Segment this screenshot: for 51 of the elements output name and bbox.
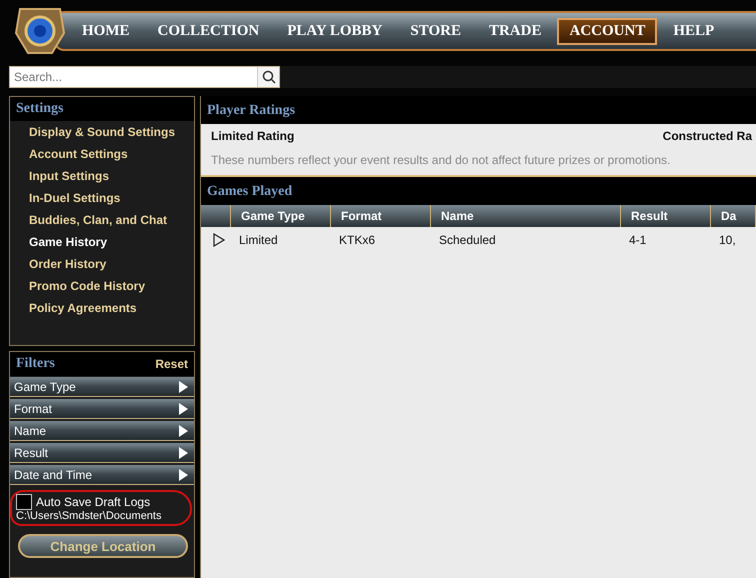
- table-header: [201, 205, 231, 227]
- folder-path: C:\Users\Smdster\Documents: [16, 510, 162, 522]
- settings-link[interactable]: Promo Code History: [10, 275, 146, 297]
- filter-row[interactable]: Game Type: [10, 377, 194, 397]
- table-cell-text: Scheduled: [438, 232, 497, 249]
- filter-row[interactable]: Name: [10, 421, 194, 441]
- settings-link[interactable]: Order History: [10, 253, 106, 275]
- column-header[interactable]: Result: [621, 205, 711, 227]
- arrow-right-icon: [178, 468, 188, 480]
- nav-tab[interactable]: COLLECTION: [146, 18, 272, 44]
- arrow-right-icon: [178, 402, 188, 414]
- settings-link[interactable]: Display & Sound Settings: [10, 121, 176, 143]
- table-cell-text: 10,: [718, 232, 737, 249]
- filter-row[interactable]: Date and Time: [10, 465, 194, 485]
- nav-tab[interactable]: PLAY LOBBY: [275, 18, 394, 44]
- arrow-right-icon: [178, 446, 188, 458]
- rating-label: Constructed Ra: [662, 129, 752, 143]
- nav-tab[interactable]: HELP: [661, 18, 726, 44]
- panel-title: Settings: [16, 101, 64, 117]
- column-header[interactable]: Name: [431, 205, 621, 227]
- change-location-button[interactable]: Change Location: [18, 534, 188, 558]
- filter-row[interactable]: Result: [10, 443, 194, 463]
- arrow-right-icon: [178, 424, 188, 436]
- checkbox-label: Auto Save Draft Logs: [36, 495, 150, 509]
- settings-link[interactable]: In-Duel Settings: [10, 187, 120, 209]
- column-header[interactable]: Format: [331, 205, 431, 227]
- section-title: Player Ratings: [207, 103, 296, 118]
- expand-icon[interactable]: [213, 233, 225, 247]
- panel-title: Filters: [16, 356, 55, 372]
- nav-tab[interactable]: STORE: [398, 18, 473, 44]
- table-cell-text: 4-1: [628, 232, 648, 249]
- settings-link[interactable]: Buddies, Clan, and Chat: [10, 209, 168, 231]
- nav-tab[interactable]: HOME: [70, 18, 142, 44]
- search-field[interactable]: Search...: [9, 66, 280, 88]
- arrow-right-icon: [178, 380, 188, 392]
- checkbox[interactable]: [16, 494, 32, 510]
- settings-link[interactable]: Input Settings: [10, 165, 109, 187]
- filter-row[interactable]: Format: [10, 399, 194, 419]
- nav-tab[interactable]: TRADE: [476, 18, 554, 44]
- column-header[interactable]: Game Type: [231, 205, 331, 227]
- settings-link[interactable]: Account Settings: [10, 143, 128, 165]
- rating-label: Limited Rating: [211, 129, 294, 143]
- section-title: Games Played: [207, 184, 292, 199]
- search-button[interactable]: [257, 67, 279, 87]
- column-header[interactable]: Da: [711, 205, 756, 227]
- reset-link[interactable]: Reset: [155, 357, 188, 371]
- settings-link[interactable]: Policy Agreements: [10, 297, 137, 319]
- nav-tab[interactable]: ACCOUNT: [557, 18, 658, 44]
- table-cell-text: KTKx6: [338, 232, 376, 249]
- settings-link[interactable]: Game History: [10, 231, 108, 253]
- table-cell-text: Limited: [238, 232, 279, 249]
